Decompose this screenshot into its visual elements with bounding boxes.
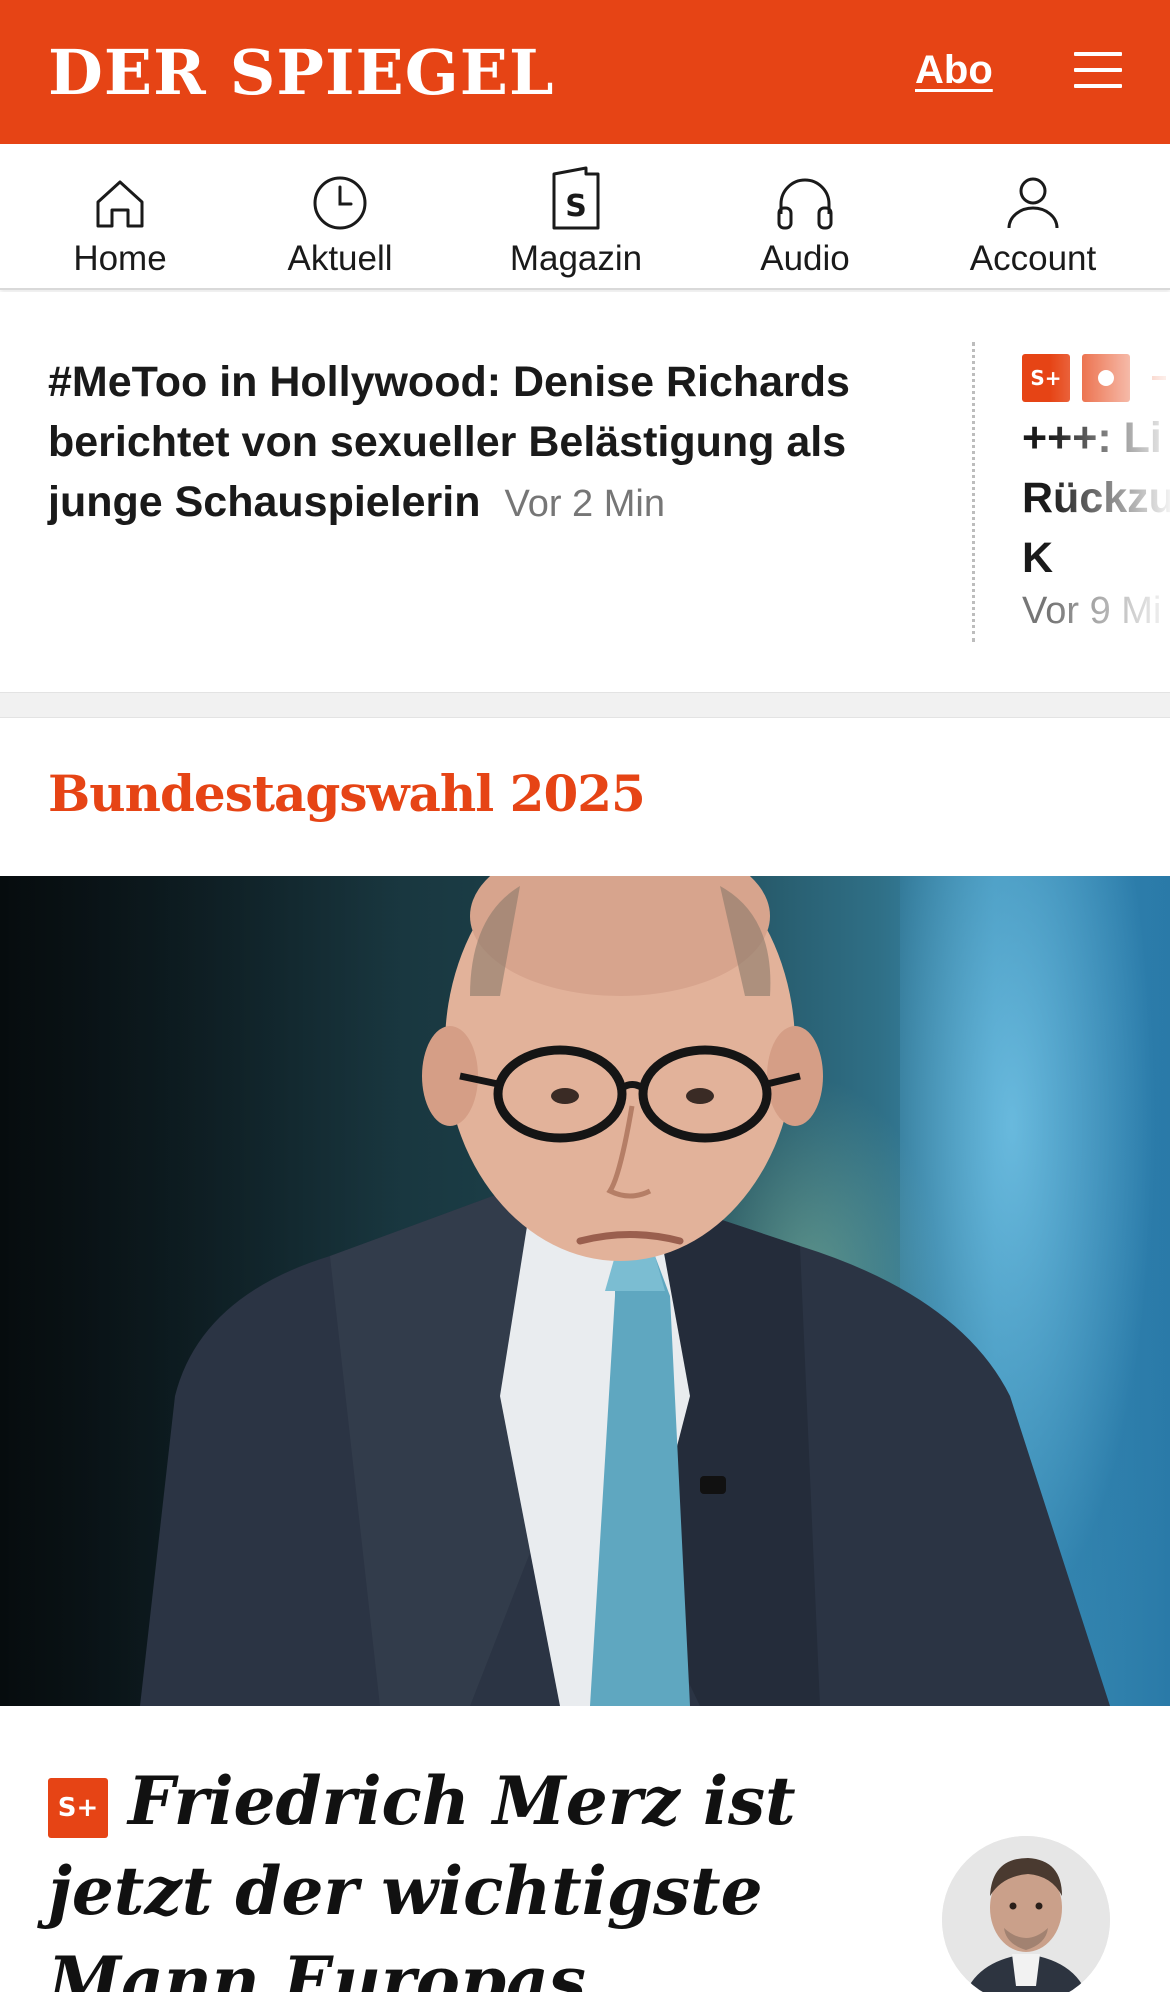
site-header: DER SPIEGEL Abo <box>0 0 1170 144</box>
clock-icon <box>311 162 369 232</box>
nav-item-magazin[interactable]: S Magazin <box>500 144 652 290</box>
nav-item-aktuell[interactable]: Aktuell <box>270 144 410 290</box>
nav-item-home[interactable]: Home <box>60 144 180 290</box>
ticker-divider <box>972 342 975 642</box>
main-nav: Home Aktuell S Magazin Audio Account <box>0 144 1170 290</box>
abo-link[interactable]: Abo <box>915 48 993 93</box>
section-separator <box>0 692 1170 718</box>
svg-text:S: S <box>565 189 587 224</box>
ticker-fade <box>1050 292 1170 692</box>
nav-label-magazin: Magazin <box>509 239 643 278</box>
hamburger-menu-icon[interactable] <box>1074 52 1122 88</box>
ticker-title[interactable]: #MeToo in Hollywood: Denise Richards ber… <box>48 358 850 526</box>
nav-label-home: Home <box>73 239 167 278</box>
article-title[interactable]: Friedrich Merz ist jetzt der wichtigste … <box>48 1762 796 1992</box>
article-teaser[interactable]: S+ Friedrich Merz ist jetzt der wichtigst… <box>48 1756 948 1992</box>
headphones-icon <box>774 162 836 232</box>
home-icon <box>92 162 148 232</box>
nav-item-audio[interactable]: Audio <box>745 144 865 290</box>
news-ticker: #MeToo in Hollywood: Denise Richards ber… <box>0 292 1170 692</box>
user-icon <box>1004 162 1062 232</box>
ticker-time: Vor 2 Min <box>504 483 665 525</box>
nav-item-account[interactable]: Account <box>960 144 1106 290</box>
spiegel-plus-badge-article: S+ <box>48 1778 108 1838</box>
section-title[interactable]: Bundestagswahl 2025 <box>48 764 646 823</box>
portrait-illustration <box>140 876 1110 1706</box>
site-logo[interactable]: DER SPIEGEL <box>48 38 555 108</box>
ticker-item-main[interactable]: #MeToo in Hollywood: Denise Richards ber… <box>48 352 928 534</box>
magazine-icon: S <box>550 162 602 232</box>
author-avatar[interactable] <box>942 1836 1110 1992</box>
nav-label-account: Account <box>969 239 1097 278</box>
hero-image[interactable] <box>0 876 1170 1706</box>
nav-label-audio: Audio <box>760 239 850 278</box>
nav-label-aktuell: Aktuell <box>287 239 393 278</box>
